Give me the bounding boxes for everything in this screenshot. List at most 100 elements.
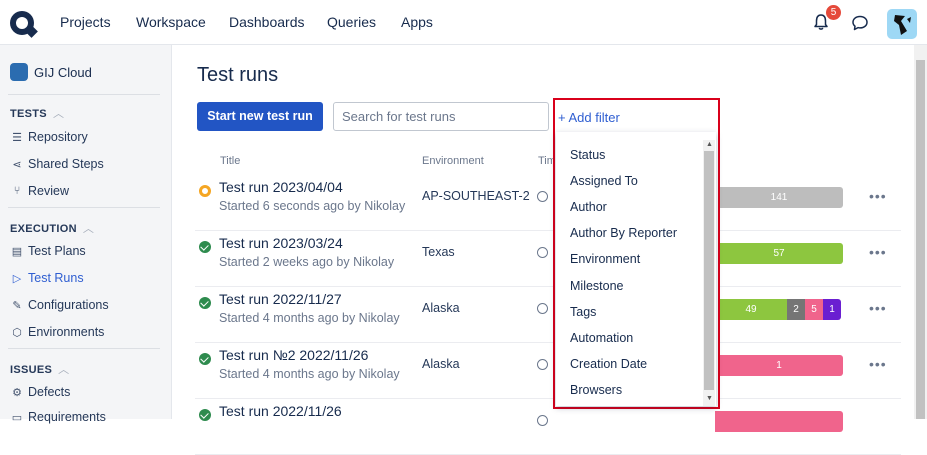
sidebar-item-test-plans[interactable]: ▤ Test Plans bbox=[10, 244, 86, 258]
sidebar-item-shared-steps[interactable]: ⋖ Shared Steps bbox=[10, 157, 104, 171]
run-title[interactable]: Test run 2023/03/24 bbox=[219, 235, 343, 251]
sidebar-divider bbox=[8, 94, 160, 95]
nav-apps[interactable]: Apps bbox=[401, 14, 433, 30]
table-row[interactable]: Test run 2022/11/26 bbox=[195, 399, 901, 455]
play-icon: ▷ bbox=[12, 272, 22, 285]
chevron-up-icon: ︿ bbox=[82, 223, 95, 235]
run-title[interactable]: Test run 2022/11/26 bbox=[219, 403, 342, 419]
clock-icon bbox=[537, 415, 548, 426]
filter-option-milestone[interactable]: Milestone bbox=[570, 279, 624, 293]
notification-badge: 5 bbox=[826, 5, 841, 20]
nav-queries[interactable]: Queries bbox=[327, 14, 376, 30]
run-environment: Texas bbox=[422, 245, 455, 259]
clock-icon bbox=[537, 303, 548, 314]
sidebar-item-environments[interactable]: ⬡ Environments bbox=[10, 325, 104, 339]
section-heading-tests[interactable]: TESTS ︿ bbox=[10, 105, 64, 121]
results-segment: 5 bbox=[805, 299, 823, 320]
top-navigation-bar: Projects Workspace Dashboards Queries Ap… bbox=[0, 0, 927, 45]
results-segment bbox=[715, 411, 843, 432]
sidebar-item-configurations[interactable]: ✎ Configurations bbox=[10, 298, 109, 312]
run-started-info: Started 6 seconds ago by Nikolay bbox=[219, 199, 406, 213]
column-header-title[interactable]: Title bbox=[220, 155, 240, 167]
run-title[interactable]: Test run №2 2022/11/26 bbox=[219, 347, 368, 363]
cube-icon: ⬡ bbox=[12, 326, 22, 339]
table-row[interactable]: Test run 2023/04/04 Started 6 seconds ago… bbox=[195, 175, 901, 231]
clock-icon bbox=[537, 191, 548, 202]
more-options-icon[interactable]: ••• bbox=[869, 244, 887, 260]
page-scrollbar-thumb[interactable] bbox=[916, 60, 925, 419]
filter-option-automation[interactable]: Automation bbox=[570, 331, 633, 345]
filter-option-environment[interactable]: Environment bbox=[570, 252, 640, 266]
sidebar-item-repository[interactable]: ☰ Repository bbox=[10, 130, 88, 144]
section-heading-issues[interactable]: ISSUES ︿ bbox=[10, 361, 69, 377]
filter-option-tags[interactable]: Tags bbox=[570, 305, 596, 319]
sidebar-item-label: Shared Steps bbox=[28, 157, 104, 171]
filter-option-status[interactable]: Status bbox=[570, 148, 605, 162]
filter-option-creation-date[interactable]: Creation Date bbox=[570, 357, 647, 371]
sidebar-item-label: Repository bbox=[28, 130, 88, 144]
list-icon: ☰ bbox=[12, 131, 22, 144]
sidebar: GIJ Cloud TESTS ︿ ☰ Repository ⋖ Shared Ste… bbox=[0, 45, 172, 424]
more-options-icon[interactable]: ••• bbox=[869, 356, 887, 372]
clock-icon bbox=[537, 247, 548, 258]
results-bar: 1 bbox=[715, 355, 843, 376]
run-title[interactable]: Test run 2023/04/04 bbox=[219, 179, 343, 195]
run-title[interactable]: Test run 2022/11/27 bbox=[219, 291, 342, 307]
chevron-up-icon: ︿ bbox=[52, 108, 65, 120]
user-avatar[interactable] bbox=[887, 9, 917, 39]
table-row[interactable]: Test run №2 2022/11/26 Started 4 months a… bbox=[195, 343, 901, 399]
nav-projects[interactable]: Projects bbox=[60, 14, 111, 30]
sidebar-item-label: Test Runs bbox=[28, 271, 84, 285]
pull-request-icon: ⑂ bbox=[13, 185, 21, 197]
workspace-name[interactable]: GIJ Cloud bbox=[34, 65, 92, 80]
sidebar-item-label: Environments bbox=[28, 325, 105, 339]
page-title: Test runs bbox=[197, 64, 279, 86]
chat-icon[interactable] bbox=[851, 14, 869, 32]
section-heading-issues-label: ISSUES bbox=[10, 364, 53, 376]
filter-option-assigned-to[interactable]: Assigned To bbox=[570, 174, 638, 188]
sidebar-item-test-runs[interactable]: ▷ Test Runs bbox=[10, 271, 84, 285]
table-row[interactable]: Test run 2022/11/27 Started 4 months ago … bbox=[195, 287, 901, 343]
dropdown-scrollbar-thumb[interactable] bbox=[704, 151, 714, 390]
scroll-up-arrow-icon[interactable]: ▲ bbox=[706, 141, 713, 148]
results-segment: 1 bbox=[823, 299, 841, 320]
run-environment: Alaska bbox=[422, 301, 460, 315]
scroll-down-arrow-icon[interactable]: ▼ bbox=[706, 395, 713, 402]
search-input[interactable]: Search for test runs bbox=[333, 102, 549, 131]
run-environment: Alaska bbox=[422, 357, 460, 371]
sidebar-divider bbox=[8, 348, 160, 349]
sidebar-divider bbox=[8, 207, 160, 208]
sidebar-item-label: Review bbox=[28, 184, 69, 198]
sidebar-item-defects[interactable]: ⚙ Defects bbox=[10, 385, 70, 399]
results-segment: 1 bbox=[715, 355, 843, 376]
add-filter-button[interactable]: + Add filter bbox=[558, 110, 620, 125]
section-heading-tests-label: TESTS bbox=[10, 108, 47, 120]
nav-workspace[interactable]: Workspace bbox=[136, 14, 206, 30]
filter-dropdown: Status Assigned To Author Author By Reporte… bbox=[556, 132, 716, 406]
table-row[interactable]: Test run 2023/03/24 Started 2 weeks ago b… bbox=[195, 231, 901, 287]
results-bar bbox=[715, 411, 843, 432]
filter-option-browsers[interactable]: Browsers bbox=[570, 383, 622, 397]
results-bar: 57 bbox=[715, 243, 843, 264]
more-options-icon[interactable]: ••• bbox=[869, 188, 887, 204]
filter-option-author-by-reporter[interactable]: Author By Reporter bbox=[570, 226, 677, 240]
column-header-environment[interactable]: Environment bbox=[422, 155, 484, 167]
passed-check-icon bbox=[199, 297, 211, 309]
document-icon: ▭ bbox=[11, 411, 23, 424]
results-bar: 49 2 5 1 bbox=[715, 299, 841, 320]
section-heading-execution[interactable]: EXECUTION ︿ bbox=[10, 220, 94, 236]
sidebar-item-requirements[interactable]: ▭ Requirements bbox=[10, 410, 106, 424]
results-segment: 2 bbox=[787, 299, 805, 320]
workspace-icon bbox=[10, 63, 28, 81]
main-content: Test runs Start new test run Search for … bbox=[173, 45, 913, 455]
sidebar-item-review[interactable]: ⑂ Review bbox=[10, 184, 69, 198]
start-new-test-run-button[interactable]: Start new test run bbox=[197, 102, 323, 131]
passed-check-icon bbox=[199, 409, 211, 421]
run-started-info: Started 4 months ago by Nikolay bbox=[219, 367, 400, 381]
wrench-icon: ✎ bbox=[12, 299, 22, 312]
filter-option-author[interactable]: Author bbox=[570, 200, 607, 214]
more-options-icon[interactable]: ••• bbox=[869, 300, 887, 316]
nav-dashboards[interactable]: Dashboards bbox=[229, 14, 305, 30]
sidebar-item-label: Configurations bbox=[28, 298, 109, 312]
sidebar-item-label: Defects bbox=[28, 385, 71, 399]
